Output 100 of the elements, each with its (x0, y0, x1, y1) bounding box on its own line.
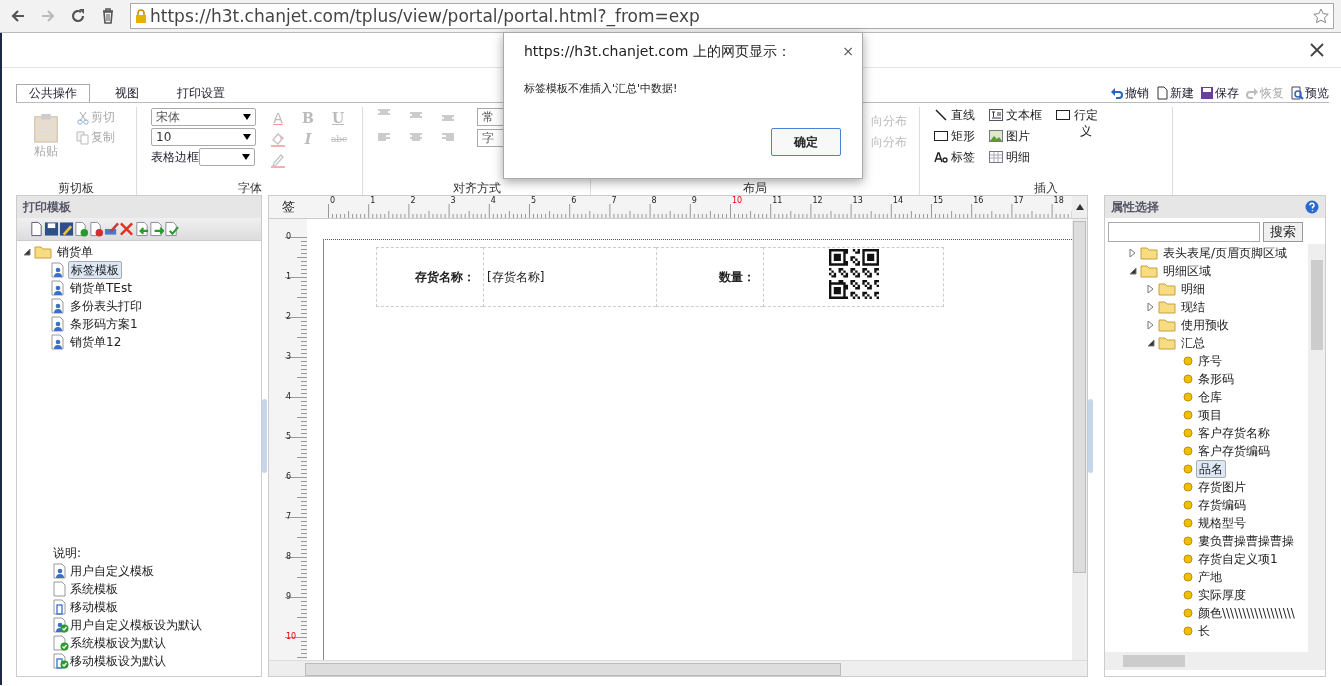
expand-arrow-icon[interactable] (1147, 339, 1155, 347)
ribbon-tab[interactable]: 打印设置 (164, 84, 238, 102)
font-select[interactable]: 宋体 (151, 108, 256, 126)
tree-item[interactable]: 明细区域 (1161, 262, 1213, 280)
scrollbar[interactable] (1308, 244, 1325, 652)
tree-item[interactable]: 存货编码 (1196, 496, 1248, 514)
address-bar[interactable]: https://h3t.chanjet.com/tplus/view/portal/portal.html?_from=exp (130, 3, 1334, 29)
close-button[interactable]: × (842, 43, 854, 59)
save-button[interactable]: 保存 (1200, 84, 1239, 102)
tree-item[interactable]: 品名 (1196, 460, 1226, 478)
rectangle-icon (1056, 108, 1070, 122)
panel-title: 属性选择 (1111, 198, 1159, 216)
help-icon[interactable] (1305, 200, 1319, 214)
reload-icon[interactable] (70, 8, 86, 24)
field-placeholder[interactable]: [存货名称] (487, 268, 545, 286)
tree-item[interactable]: 序号 (1196, 352, 1224, 370)
approve-document-icon[interactable] (74, 221, 89, 237)
scrollbar[interactable] (269, 660, 1087, 676)
new-button[interactable]: 新建 (1155, 84, 1194, 102)
tree-item[interactable]: 表头表尾/页眉页脚区域 (1161, 244, 1290, 262)
tree-item[interactable]: 客户存货名称 (1196, 424, 1272, 442)
group-label: 剪切板 (57, 181, 95, 195)
back-icon[interactable] (10, 8, 26, 24)
rect-button[interactable]: 矩形 (934, 128, 975, 146)
copy-icon (76, 130, 90, 145)
ruler-number: 3 (286, 352, 292, 362)
export-icon[interactable] (149, 221, 164, 237)
clipboard-icon (32, 113, 60, 143)
save-icon[interactable] (44, 221, 59, 237)
edit-icon[interactable] (59, 221, 74, 237)
ok-button[interactable]: 确定 (771, 128, 841, 156)
border-select[interactable] (199, 148, 255, 166)
splitter-handle[interactable] (262, 399, 267, 473)
scrollbar[interactable] (1105, 652, 1325, 670)
tree-item[interactable]: 存货图片 (1196, 478, 1248, 496)
scrollbar[interactable] (1072, 219, 1087, 660)
ribbon-tab[interactable]: 公共操作 (16, 84, 90, 102)
tree-item[interactable]: 现结 (1179, 298, 1207, 316)
tree-item[interactable]: 条形码 (1196, 370, 1236, 388)
table-icon (989, 150, 1003, 164)
check-document-icon[interactable] (164, 221, 179, 237)
preview-button[interactable]: 预览 (1290, 84, 1329, 102)
qr-code[interactable] (828, 249, 879, 299)
tree-item[interactable]: 多份表头打印 (68, 297, 144, 315)
delete-document-icon[interactable] (89, 221, 104, 237)
ruler-number: 7 (611, 196, 617, 206)
tree-item[interactable]: 项目 (1196, 406, 1224, 424)
tree-item[interactable]: 长 (1196, 622, 1212, 640)
ruler-number: 9 (691, 196, 697, 206)
tree-item[interactable]: 汇总 (1179, 334, 1207, 352)
ribbon-tab[interactable]: 视图 (102, 84, 152, 102)
field-caption[interactable]: 数量： (719, 268, 755, 286)
search-button[interactable]: 搜索 (1263, 222, 1303, 242)
detail-button[interactable]: 明细 (989, 149, 1042, 167)
tree-item[interactable]: 存货自定义项1 (1196, 550, 1280, 568)
tree-item[interactable]: 产地 (1196, 568, 1224, 586)
ruler-number: 2 (286, 312, 292, 322)
scroll-up-icon[interactable] (1075, 204, 1084, 210)
tree-item[interactable]: 销货单12 (68, 333, 124, 351)
tree-item[interactable]: 实际厚度 (1196, 586, 1248, 604)
text-label-icon (934, 150, 948, 164)
trash-icon[interactable] (100, 8, 116, 24)
delete-icon[interactable] (119, 221, 134, 237)
tree-item[interactable]: 标签模板 (68, 261, 122, 279)
line-button[interactable]: 直线 (934, 107, 975, 125)
new-document-icon[interactable] (29, 221, 44, 237)
tree-item[interactable]: 明细 (1179, 280, 1207, 298)
textbox-button[interactable]: 文本框 (989, 107, 1042, 125)
ruler-number: 9 (286, 592, 292, 602)
folder-icon (1140, 264, 1158, 278)
tree-item[interactable]: 销货单 (55, 243, 95, 261)
image-button[interactable]: 图片 (989, 128, 1042, 146)
expand-arrow-icon[interactable] (23, 248, 31, 256)
field-caption[interactable]: 存货名称： (415, 268, 475, 286)
font-size-select[interactable]: 10 (151, 128, 256, 146)
rename-icon[interactable] (104, 221, 119, 237)
search-field[interactable] (1108, 222, 1260, 242)
expand-arrow-icon[interactable] (1129, 267, 1137, 275)
dialog-message: 标签模板不准插入'汇总'中数据! (523, 81, 679, 96)
group-label: 字体 (236, 181, 263, 195)
splitter-handle[interactable] (1088, 399, 1093, 473)
ruler-number: 14 (892, 196, 903, 206)
import-icon[interactable] (134, 221, 149, 237)
ruler-number: 8 (286, 552, 292, 562)
tree-item[interactable]: 使用预收 (1179, 316, 1231, 334)
tree-item[interactable]: 颜色\\\\\\\\\\\\\\\\\\ (1196, 604, 1297, 622)
star-icon[interactable] (1313, 8, 1329, 24)
close-icon[interactable] (1309, 42, 1325, 58)
tree-item[interactable]: 规格型号 (1196, 514, 1248, 532)
tree-item[interactable]: 销货单TEst (68, 279, 134, 297)
rowdef-button[interactable]: 行定义 (1056, 107, 1099, 139)
tree-item[interactable]: 条形码方案1 (68, 315, 140, 333)
label-button[interactable]: 标签 (934, 149, 975, 167)
tree-item[interactable]: 婁负曹操曹操曹操 (1196, 532, 1296, 550)
rectangle-icon (934, 129, 948, 143)
tree-item[interactable]: 仓库 (1196, 388, 1224, 406)
tree-item[interactable]: 客户存货编码 (1196, 442, 1272, 460)
ruler-number: 11 (772, 196, 783, 206)
undo-button[interactable]: 撤销 (1110, 84, 1149, 102)
ruler-number: 10 (286, 632, 297, 642)
